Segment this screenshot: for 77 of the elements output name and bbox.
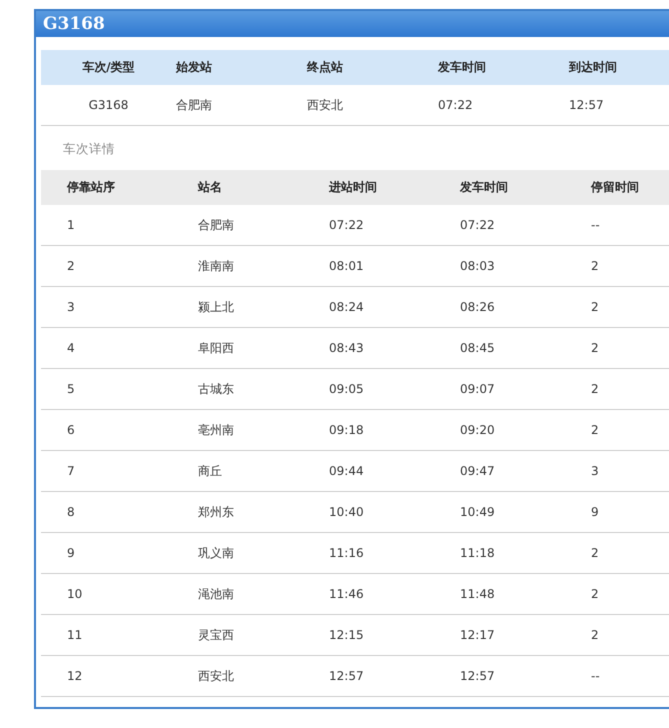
column-header: 发车时间 [438,59,487,76]
table-cell-text: 11:46 [328,587,365,601]
table-cell-text: 11:48 [459,587,496,601]
table-cell-text: 07:22 [328,218,365,232]
table-cell-text: 08:01 [328,259,365,273]
table-cell-text: 12:17 [459,628,496,642]
table-cell-text: 10 [66,587,84,601]
column-header: 停留时间 [590,179,640,196]
table-cell-text: 4 [66,341,76,355]
table-cell-text: 2 [590,341,600,355]
table-cell-text: 10:49 [459,505,496,519]
table-cell-text: 2 [590,628,600,642]
column-header: 站名 [196,179,223,196]
table-cell-text: 灵宝西 [197,626,235,644]
table-cell-text: 2 [66,259,76,273]
table-cell-text: 12 [66,669,84,683]
table-cell-text: 2 [590,300,600,314]
table-cell-text: 09:07 [459,382,496,396]
table-cell-text: -- [590,218,601,232]
table-cell-text: 11:18 [459,546,496,560]
table-cell-text: 11 [66,628,84,642]
table-cell-text: 2 [590,587,600,601]
table-cell-text: 合肥南 [197,216,235,234]
column-header: 进站时间 [328,179,378,196]
table-cell-text: 07:22 [438,98,474,112]
table-cell-text: 12:15 [328,628,365,642]
table-cell-text: 08:03 [459,259,496,273]
table-cell-text: 7 [66,464,76,478]
table-cell-text: 3 [590,464,600,478]
table-cell-text: 8 [66,505,76,519]
table-cell-text: 颍上北 [197,298,235,316]
column-header: 车次/类型 [81,59,136,76]
column-header: 到达时间 [569,59,618,76]
table-cell-text: 08:24 [328,300,365,314]
table-cell-text: 渑池南 [197,586,235,602]
table-cell-text: 10:40 [328,505,365,519]
table-cell-text: 巩义南 [197,544,235,562]
table-cell-text: 2 [590,423,600,437]
table-cell-text: 11:16 [328,546,365,560]
table-cell-text: 07:22 [459,218,496,232]
table-cell-text: 12:57 [328,669,365,683]
table-cell-text: 12:57 [459,669,496,683]
table-cell-text: G3168 [88,98,130,112]
table-cell-text: 西安北 [307,96,344,114]
column-header: 终点站 [307,59,344,76]
panel-title: G3168 [43,14,105,34]
table-cell-text: 12:57 [569,98,605,112]
column-header: 停靠站序 [66,179,116,196]
table-cell-text: 09:47 [459,464,496,478]
table-cell-text: 2 [590,546,600,560]
table-cell-text: -- [590,669,601,683]
table-cell-text: 9 [590,505,600,519]
table-cell-text: 1 [66,218,76,232]
table-cell-text: 西安北 [197,668,235,684]
table-cell-text: 09:44 [328,464,365,478]
table-cell-text: 08:43 [328,341,365,355]
table-cell-text: 6 [66,423,76,437]
table-cell-text: 09:20 [459,423,496,437]
column-header: 始发站 [176,59,213,76]
table-cell-text: 2 [590,382,600,396]
table-cell-text: 郑州东 [197,504,235,520]
table-cell-text: 09:05 [328,382,365,396]
section-label: 车次详情 [62,140,116,158]
table-cell-text: 合肥南 [176,96,213,114]
table-cell-text: 商丘 [197,462,223,480]
table-cell-text: 08:26 [459,300,496,314]
table-cell-text: 08:45 [459,341,496,355]
table-cell-text: 5 [66,382,76,396]
table-cell-text: 古城东 [197,380,235,398]
table-cell-text: 2 [590,259,600,273]
table-cell-text: 亳州南 [197,422,235,438]
table-cell-text: 阜阳西 [197,340,235,356]
table-cell-text: 淮南南 [197,258,235,274]
column-header: 发车时间 [458,179,509,196]
table-cell-text: 09:18 [328,423,365,437]
table-cell-text: 3 [66,300,76,314]
table-cell-text: 9 [66,546,76,560]
